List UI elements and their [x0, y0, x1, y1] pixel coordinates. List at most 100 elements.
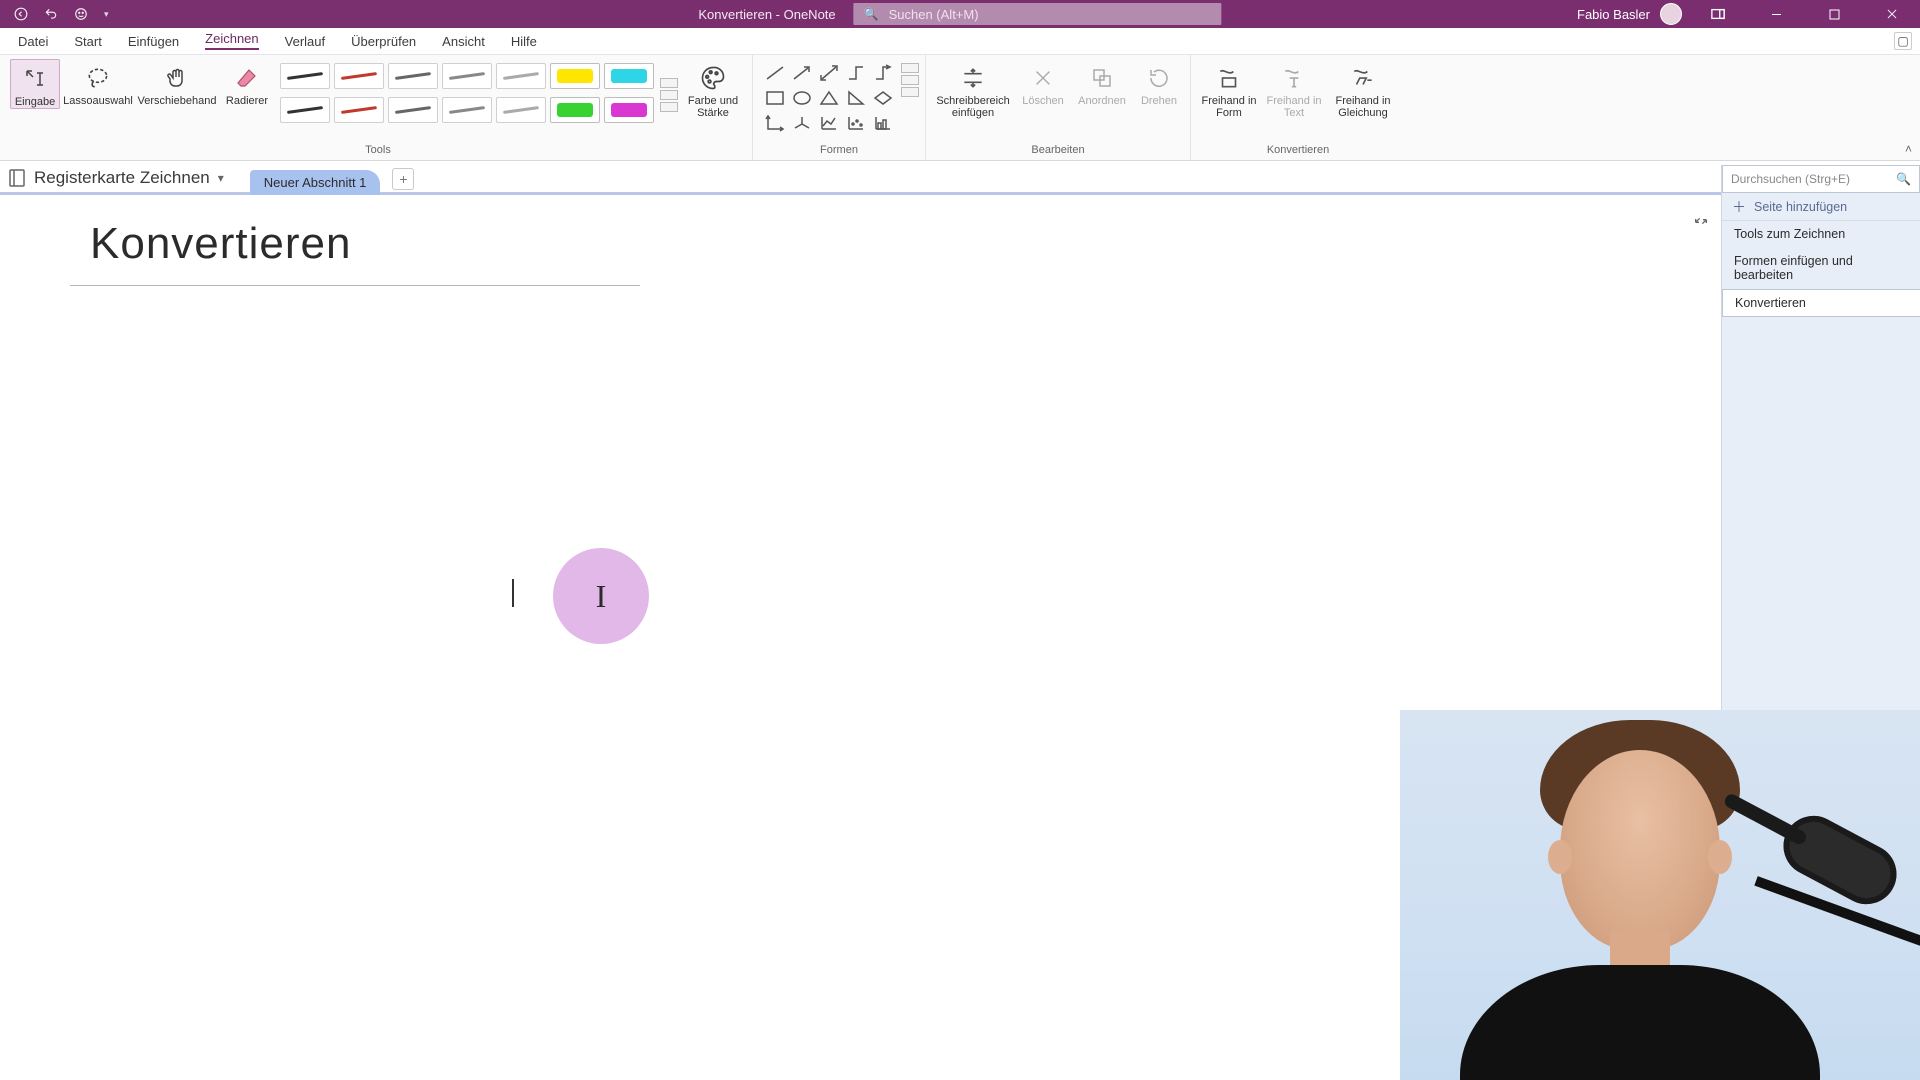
group-tools: Eingabe Lassoauswahl Verschiebehand Radi… [4, 55, 753, 160]
schreibbereich-button[interactable]: Schreibbereich einfügen [932, 59, 1014, 119]
page-item-2[interactable]: Formen einfügen und bearbeiten [1722, 248, 1920, 289]
collapse-ribbon-icon[interactable]: ˄ [1905, 142, 1912, 156]
shape-rect[interactable] [763, 88, 787, 108]
shape-axes-3d[interactable] [790, 113, 814, 133]
radierer-button[interactable]: Radierer [220, 59, 274, 107]
shape-ellipse[interactable] [790, 88, 814, 108]
page-item-1[interactable]: Tools zum Zeichnen [1722, 221, 1920, 248]
section-tab[interactable]: Neuer Abschnitt 1 [250, 170, 381, 195]
page-item-3[interactable]: Konvertieren [1722, 289, 1920, 317]
group-formen: Formen [753, 55, 926, 160]
rotate-icon [1144, 63, 1174, 93]
shape-elbow-arrow[interactable] [871, 63, 895, 83]
shape-arrow[interactable] [790, 63, 814, 83]
pen-gray-6[interactable] [496, 97, 546, 123]
search-box[interactable]: 🔍 Suchen (Alt+M) [854, 3, 1222, 25]
pen-gray-4[interactable] [388, 97, 438, 123]
pen-black-thick[interactable] [280, 97, 330, 123]
quick-access-toolbar: ▾ [0, 3, 109, 25]
notebook-icon [8, 168, 26, 188]
notes-panel-icon[interactable] [1696, 0, 1740, 28]
shape-elbow[interactable] [844, 63, 868, 83]
shape-graph-3[interactable] [871, 113, 895, 133]
user-name: Fabio Basler [1577, 7, 1650, 22]
pen-gray-2[interactable] [442, 63, 492, 89]
group-label-konvertieren: Konvertieren [1267, 144, 1329, 158]
plus-icon: ＋ [1732, 197, 1746, 217]
fullscreen-icon[interactable] [1693, 213, 1709, 229]
group-konvertieren: Freihand in Form Freihand in Text Freiha… [1191, 55, 1405, 160]
tab-ueberpruefen[interactable]: Überprüfen [339, 30, 428, 54]
hand-icon [162, 63, 192, 93]
webcam-overlay [1400, 710, 1920, 1080]
page-title[interactable]: Konvertieren [90, 219, 351, 269]
pens-gallery-more[interactable] [660, 74, 678, 116]
shape-triangle[interactable] [817, 88, 841, 108]
cursor-text-icon [20, 64, 50, 94]
palette-icon [698, 63, 728, 93]
qat-customize-icon[interactable]: ▾ [104, 9, 109, 20]
tab-start[interactable]: Start [62, 30, 113, 54]
eingabe-button[interactable]: Eingabe [10, 59, 60, 109]
notebook-name[interactable]: Registerkarte Zeichnen [34, 168, 210, 188]
insert-space-icon [958, 63, 988, 93]
minimize-button[interactable] [1754, 0, 1798, 28]
ink-to-math-icon [1348, 63, 1378, 93]
search-icon: 🔍 [864, 7, 879, 21]
ribbon: Eingabe Lassoauswahl Verschiebehand Radi… [0, 55, 1920, 161]
highlighter-magenta[interactable] [604, 97, 654, 123]
delete-icon [1028, 63, 1058, 93]
shapes-gallery [759, 59, 899, 139]
page-search-input[interactable]: Durchsuchen (Strg+E) 🔍 [1722, 165, 1920, 193]
shapes-gallery-more[interactable] [901, 59, 919, 101]
notebook-dropdown-icon[interactable]: ▾ [218, 171, 224, 185]
pens-gallery [276, 59, 678, 131]
add-section-button[interactable]: + [392, 168, 414, 190]
farbe-staerke-button[interactable]: Farbe und Stärke [680, 59, 746, 119]
pen-gray-1[interactable] [388, 63, 438, 89]
highlighter-green[interactable] [550, 97, 600, 123]
highlighter-cyan[interactable] [604, 63, 654, 89]
highlighter-yellow[interactable] [550, 63, 600, 89]
user-account[interactable]: Fabio Basler [1577, 3, 1682, 25]
pen-red-thin[interactable] [334, 63, 384, 89]
tab-datei[interactable]: Datei [6, 30, 60, 54]
tab-hilfe[interactable]: Hilfe [499, 30, 549, 54]
drehen-button: Drehen [1134, 59, 1184, 107]
ink-to-shape-icon [1214, 63, 1244, 93]
shape-double-arrow[interactable] [817, 63, 841, 83]
pen-red-thick[interactable] [334, 97, 384, 123]
lasso-button[interactable]: Lassoauswahl [62, 59, 134, 107]
tab-verlauf[interactable]: Verlauf [273, 30, 337, 54]
pen-gray-5[interactable] [442, 97, 492, 123]
tab-ansicht[interactable]: Ansicht [430, 30, 497, 54]
search-placeholder: Suchen (Alt+M) [889, 7, 979, 22]
pen-gray-3[interactable] [496, 63, 546, 89]
title-center: Konvertieren - OneNote 🔍 Suchen (Alt+M) [698, 3, 1221, 25]
add-page-button[interactable]: ＋ Seite hinzufügen [1722, 193, 1920, 221]
close-button[interactable] [1870, 0, 1914, 28]
tab-zeichnen[interactable]: Zeichnen [193, 27, 270, 54]
ink-to-text-icon [1279, 63, 1309, 93]
shape-diamond[interactable] [871, 88, 895, 108]
freihand-in-gleichung-button[interactable]: Freihand in Gleichung [1327, 59, 1399, 119]
title-underline [70, 285, 640, 286]
window-title: Konvertieren - OneNote [698, 7, 835, 22]
undo-icon[interactable] [40, 3, 62, 25]
tab-einfuegen[interactable]: Einfügen [116, 30, 191, 54]
maximize-button[interactable] [1812, 0, 1856, 28]
cursor-highlight: I [553, 548, 649, 644]
shape-right-triangle[interactable] [844, 88, 868, 108]
shape-axes-2d[interactable] [763, 113, 787, 133]
shape-line[interactable] [763, 63, 787, 83]
ribbon-display-options-icon[interactable]: ▢ [1894, 32, 1912, 50]
shape-graph-1[interactable] [817, 113, 841, 133]
verschiebehand-button[interactable]: Verschiebehand [136, 59, 218, 107]
group-label-formen: Formen [820, 144, 858, 158]
touch-mode-icon[interactable] [70, 3, 92, 25]
freihand-in-form-button[interactable]: Freihand in Form [1197, 59, 1261, 119]
shape-graph-2[interactable] [844, 113, 868, 133]
pen-black-thin[interactable] [280, 63, 330, 89]
back-icon[interactable] [10, 3, 32, 25]
search-icon: 🔍 [1896, 172, 1911, 186]
